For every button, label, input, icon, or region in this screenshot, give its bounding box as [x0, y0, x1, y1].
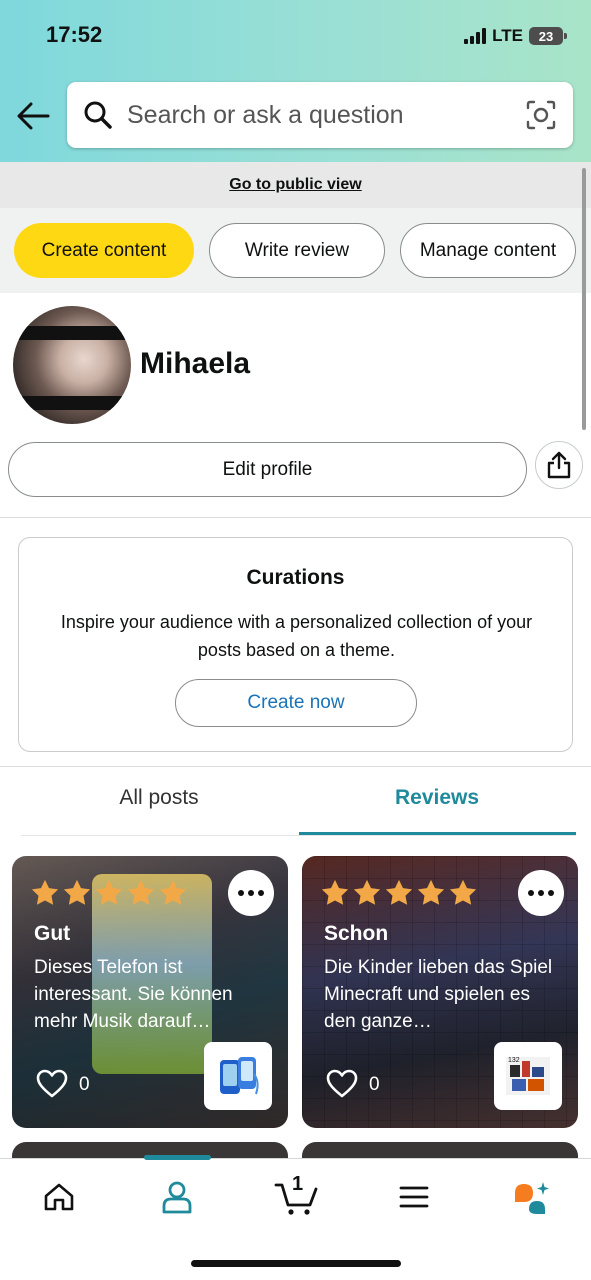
active-tab-indicator — [299, 832, 576, 835]
phone-product-icon — [220, 1057, 259, 1095]
nav-assistant[interactable] — [511, 1177, 551, 1217]
star-icon — [417, 879, 445, 905]
building-set-product-icon: 132 — [506, 1057, 550, 1095]
curations-title: Curations — [246, 566, 345, 589]
review-title: Gut — [34, 922, 71, 945]
profile-icon — [162, 1181, 192, 1214]
menu-icon — [399, 1186, 429, 1208]
create-now-button[interactable]: Create now — [175, 679, 417, 727]
avatar-band-top — [13, 326, 131, 340]
battery-icon: 23 — [529, 27, 567, 45]
star-icon — [321, 879, 349, 905]
share-icon — [547, 451, 571, 479]
manage-content-button[interactable]: Manage content — [400, 223, 576, 278]
scrollbar[interactable] — [582, 168, 586, 430]
review-text: Dieses Telefon ist interessant. Sie könn… — [34, 957, 233, 1032]
share-button[interactable] — [535, 441, 583, 489]
active-nav-indicator — [144, 1155, 211, 1160]
heart-icon[interactable] — [326, 1069, 358, 1099]
edit-profile-button[interactable]: Edit profile — [8, 442, 527, 497]
tab-reviews[interactable]: Reviews — [299, 786, 575, 810]
public-view-link[interactable]: Go to public view — [229, 176, 361, 194]
product-thumbnail[interactable] — [204, 1042, 272, 1110]
tab-all-posts[interactable]: All posts — [21, 786, 297, 810]
home-indicator[interactable] — [191, 1260, 401, 1267]
star-icon — [385, 879, 413, 905]
review-text: Die Kinder lieben das Spiel Minecraft un… — [324, 957, 553, 1032]
status-indicators: LTE 23 — [464, 26, 567, 46]
network-label: LTE — [492, 26, 523, 45]
section-divider — [0, 517, 591, 518]
more-options-button[interactable] — [228, 870, 274, 916]
star-icon — [353, 879, 381, 905]
avatar-band-bottom — [13, 396, 131, 410]
create-content-button[interactable]: Create content — [14, 223, 194, 278]
heart-icon[interactable] — [36, 1069, 68, 1099]
curations-description: Inspire your audience with a personalize… — [60, 612, 533, 660]
search-bar[interactable]: Search or ask a question — [67, 82, 573, 148]
nav-home[interactable] — [39, 1177, 79, 1217]
product-thumbnail[interactable]: 132 — [494, 1042, 562, 1110]
more-options-button[interactable] — [518, 870, 564, 916]
search-input[interactable]: Search or ask a question — [127, 101, 525, 130]
like-count: 0 — [369, 1074, 380, 1095]
bottom-nav: 1 — [0, 1155, 591, 1280]
section-divider — [0, 766, 591, 767]
svg-text:132: 132 — [508, 1057, 520, 1064]
review-card[interactable]: Schon Die Kinder lieben das Spiel Minecr… — [302, 856, 578, 1128]
home-icon — [44, 1183, 74, 1211]
star-icon — [63, 879, 91, 905]
camera-search-icon[interactable] — [525, 99, 557, 131]
star-icon — [159, 879, 187, 905]
like-count: 0 — [79, 1074, 90, 1095]
rufus-assistant-icon — [515, 1182, 549, 1214]
curations-card: Curations Inspire your audience with a p… — [18, 537, 573, 752]
cart-count: 1 — [292, 1173, 304, 1195]
back-arrow-icon[interactable] — [16, 100, 50, 132]
signal-icon — [464, 28, 487, 44]
nav-menu[interactable] — [394, 1177, 434, 1217]
status-time: 17:52 — [46, 22, 103, 47]
profile-name: Mihaela — [140, 347, 251, 380]
review-title: Schon — [324, 922, 389, 945]
star-icon — [95, 879, 123, 905]
write-review-button[interactable]: Write review — [209, 223, 385, 278]
star-icon — [127, 879, 155, 905]
review-card[interactable]: Gut Dieses Telefon ist interessant. Sie … — [12, 856, 288, 1128]
star-rating — [30, 878, 188, 908]
star-icon — [31, 879, 59, 905]
star-icon — [449, 879, 477, 905]
search-icon — [84, 101, 112, 129]
nav-profile[interactable] — [157, 1177, 197, 1217]
tab-baseline — [21, 835, 576, 836]
action-buttons-row: Create content Write review Manage conte… — [0, 208, 591, 293]
star-rating — [320, 878, 478, 908]
public-view-bar: Go to public view — [0, 162, 591, 208]
header: 17:52 LTE 23 Search or ask a question — [0, 0, 591, 162]
avatar[interactable] — [13, 306, 131, 424]
